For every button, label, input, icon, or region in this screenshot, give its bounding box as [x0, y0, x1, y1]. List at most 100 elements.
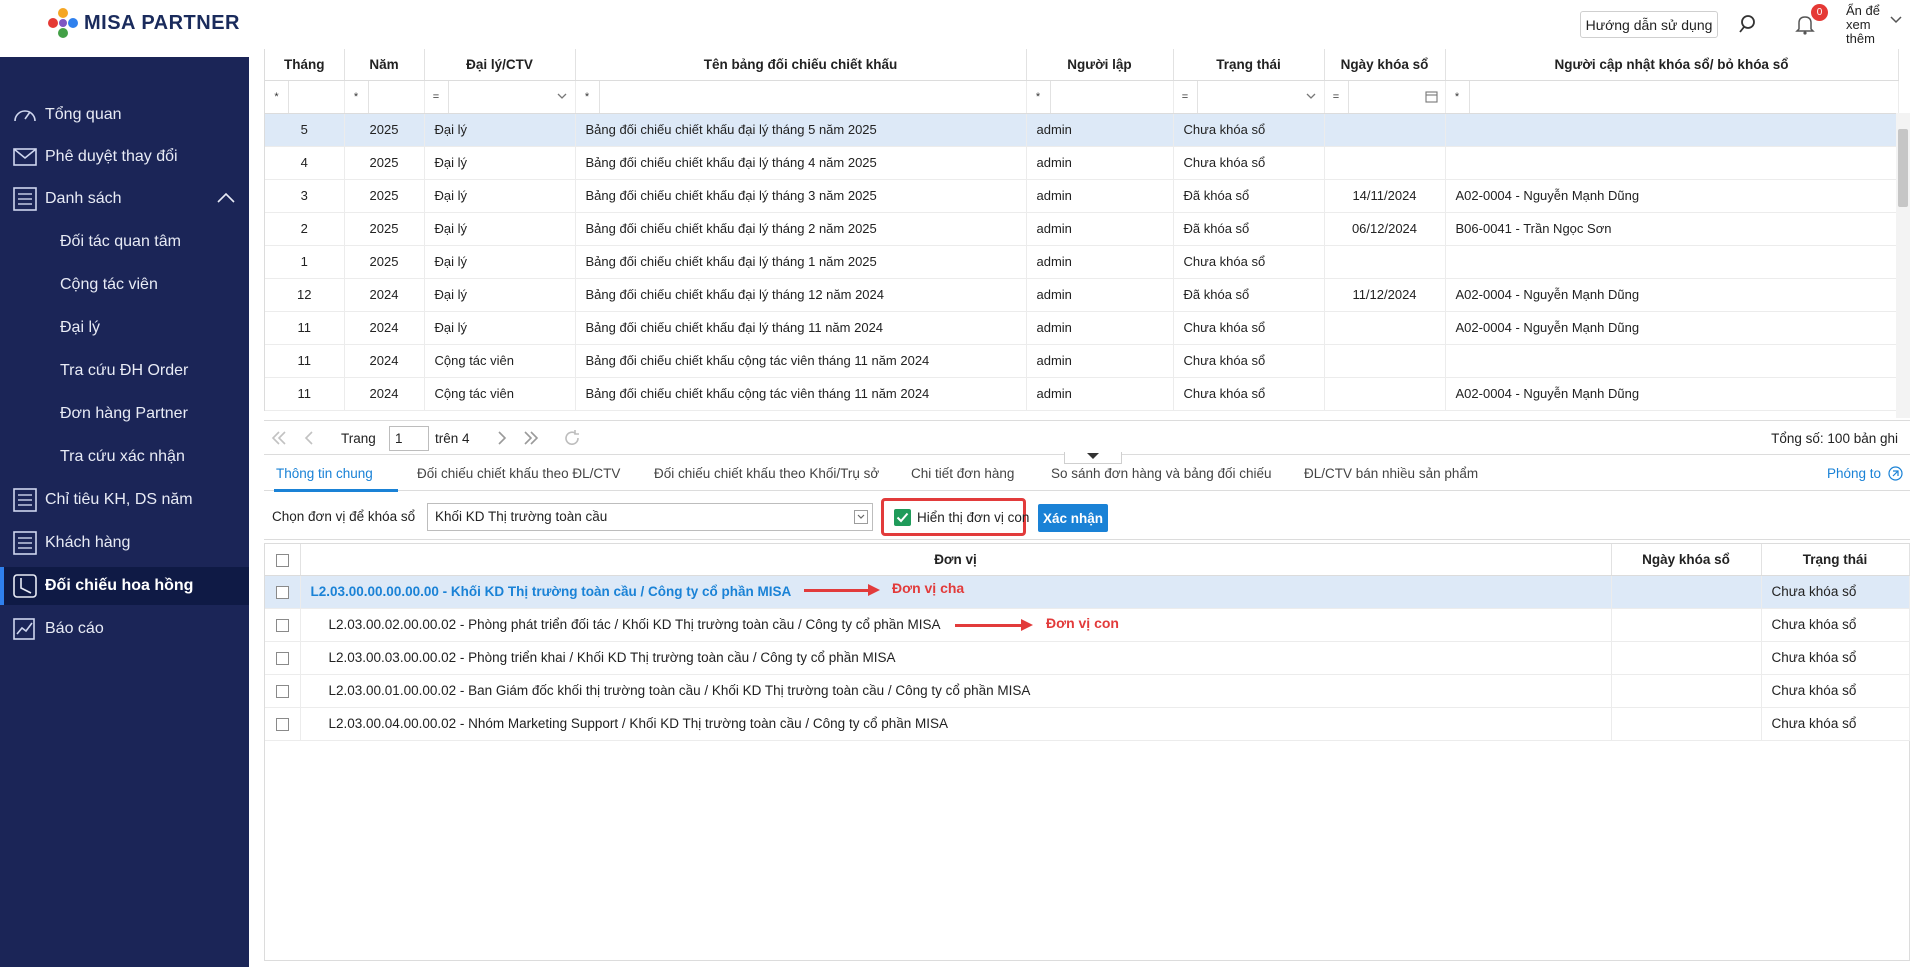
row-checkbox[interactable] [275, 651, 289, 665]
table-row[interactable]: L2.03.00.04.00.00.02 - Nhóm Marketing Su… [265, 707, 1910, 741]
show-child-units-checkbox[interactable] [894, 509, 911, 526]
column-header-agent-type[interactable]: Đại lý/CTV [424, 49, 576, 81]
sidebar-item-targets[interactable]: Chỉ tiêu KH, DS năm [0, 481, 249, 519]
tab-compare-orders[interactable]: So sánh đơn hàng và bảng đối chiếu [1051, 466, 1272, 481]
filter-operator[interactable]: = [1174, 80, 1198, 112]
cell-lock-date: 06/12/2024 [1324, 212, 1446, 246]
filter-operator[interactable]: * [576, 80, 600, 112]
sidebar-item-overview[interactable]: Tổng quan [0, 96, 249, 134]
search-icon[interactable] [1738, 13, 1760, 35]
filter-operator[interactable]: * [265, 80, 289, 112]
user-guide-button[interactable]: Hướng dẫn sử dụng [1580, 11, 1718, 38]
tab-multi-product-agents[interactable]: ĐL/CTV bán nhiều sản phẩm [1304, 466, 1478, 481]
row-checkbox[interactable] [275, 618, 289, 632]
cell-month: 2 [265, 212, 345, 246]
tab-reconcile-by-agent[interactable]: Đối chiếu chiết khấu theo ĐL/CTV [417, 466, 620, 481]
sidebar-item-reports[interactable]: Báo cáo [0, 610, 249, 648]
table-row[interactable]: 3 2025 Đại lý Bảng đối chiếu chiết khấu đại… [265, 179, 1899, 213]
chevron-up-icon[interactable] [217, 192, 235, 204]
sidebar-item-confirmation-lookup[interactable]: Tra cứu xác nhận [0, 438, 249, 476]
zoom-in-link[interactable]: Phóng to [1827, 466, 1903, 481]
tab-reconcile-by-division[interactable]: Đối chiếu chiết khấu theo Khối/Trụ sở [654, 466, 879, 481]
expand-icon [1888, 466, 1903, 481]
cell-lock-date [1324, 377, 1446, 411]
column-header-lock-date[interactable]: Ngày khóa sổ [1324, 49, 1446, 81]
table-row[interactable]: 12 2024 Đại lý Bảng đối chiếu chiết khấu đạ… [265, 278, 1899, 312]
user-menu-label[interactable]: Ẩn để xem thêm [1846, 4, 1882, 46]
scrollbar-thumb[interactable] [1898, 129, 1908, 207]
first-page-icon[interactable] [270, 429, 288, 447]
table-row[interactable]: 11 2024 Đại lý Bảng đối chiếu chiết khấu đạ… [265, 311, 1899, 345]
last-page-icon[interactable] [522, 429, 540, 447]
show-child-units-label[interactable]: Hiển thị đơn vị con [917, 510, 1029, 525]
column-header-unit[interactable]: Đơn vị [300, 544, 1612, 576]
filter-lock-date-input[interactable] [1349, 81, 1445, 113]
unit-select[interactable]: Khối KD Thị trường toàn cầu [427, 503, 873, 531]
calendar-icon[interactable] [1424, 90, 1438, 103]
grid-vertical-scrollbar[interactable] [1896, 113, 1910, 418]
sidebar-item-order-lookup[interactable]: Tra cứu ĐH Order [0, 352, 249, 390]
chevron-down-icon[interactable] [1890, 16, 1902, 24]
table-row[interactable]: 2 2025 Đại lý Bảng đối chiếu chiết khấu đại… [265, 212, 1899, 246]
row-select-cell [265, 674, 301, 708]
dashboard-icon [14, 110, 36, 122]
filter-status-select[interactable] [1198, 81, 1324, 113]
next-page-icon[interactable] [493, 429, 511, 447]
sidebar-item-customers[interactable]: Khách hàng [0, 524, 249, 562]
tab-order-details[interactable]: Chi tiết đơn hàng [911, 466, 1014, 481]
sidebar-item-commission-reconciliation[interactable]: Đối chiếu hoa hồng [0, 567, 249, 605]
cell-lock-updater: A02-0004 - Nguyễn Mạnh Dũng [1445, 179, 1899, 213]
filter-table-name-input[interactable] [600, 81, 1026, 113]
sidebar-item-partners-of-interest[interactable]: Đối tác quan tâm [0, 223, 249, 261]
filter-creator-input[interactable] [1051, 81, 1173, 113]
column-header-month[interactable]: Tháng [265, 49, 345, 81]
select-all-checkbox[interactable] [275, 553, 289, 567]
column-header-table-name[interactable]: Tên bảng đối chiếu chiết khấu [575, 49, 1027, 81]
filter-month-input[interactable] [289, 81, 343, 113]
table-row[interactable]: 1 2025 Đại lý Bảng đối chiếu chiết khấu đại… [265, 245, 1899, 279]
table-row[interactable]: 4 2025 Đại lý Bảng đối chiếu chiết khấu đại… [265, 146, 1899, 180]
row-checkbox[interactable] [275, 585, 289, 599]
table-row[interactable]: L2.03.00.03.00.00.02 - Phòng triển khai … [265, 641, 1910, 675]
column-header-lock-updater[interactable]: Người cập nhật khóa sổ/ bỏ khóa sổ [1445, 49, 1899, 81]
filter-operator[interactable]: * [1027, 80, 1051, 112]
row-checkbox[interactable] [275, 684, 289, 698]
filter-year-input[interactable] [369, 81, 424, 113]
column-header-status[interactable]: Trạng thái [1761, 544, 1910, 576]
dropdown-toggle[interactable] [854, 510, 868, 524]
cell-lock-date [1611, 674, 1762, 708]
table-row[interactable]: L2.03.00.01.00.00.02 - Ban Giám đốc khối… [265, 674, 1910, 708]
sidebar-item-label: Tra cứu ĐH Order [60, 362, 189, 379]
confirm-button[interactable]: Xác nhận [1038, 504, 1108, 532]
filter-operator[interactable]: * [1446, 80, 1470, 112]
table-row[interactable]: 11 2024 Cộng tác viên Bảng đối chiếu chiết … [265, 344, 1899, 378]
table-row[interactable]: L2.03.00.00.00.00.00 - Khối KD Thị trườn… [265, 575, 1910, 609]
refresh-icon[interactable] [563, 429, 581, 447]
sidebar-item-partner-orders[interactable]: Đơn hàng Partner [0, 395, 249, 433]
filter-operator[interactable]: * [345, 80, 369, 112]
unit-select-value: Khối KD Thị trường toàn cầu [435, 509, 608, 524]
app-logo[interactable]: MISA PARTNER [48, 8, 240, 38]
column-header-lock-date[interactable]: Ngày khóa sổ [1611, 544, 1762, 576]
tab-general-info[interactable]: Thông tin chung [276, 466, 373, 481]
filter-operator[interactable]: = [425, 80, 449, 112]
page-number-input[interactable]: 1 [389, 426, 429, 451]
row-checkbox[interactable] [275, 717, 289, 731]
sidebar-item-change-approval[interactable]: Phê duyệt thay đổi [0, 138, 249, 176]
sidebar-item-lists[interactable]: Danh sách [0, 180, 249, 218]
table-row[interactable]: 11 2024 Cộng tác viên Bảng đối chiếu chiết … [265, 377, 1899, 411]
sidebar-item-collaborators[interactable]: Cộng tác viên [0, 266, 249, 304]
filter-agent-type-select[interactable] [449, 81, 575, 113]
filter-lock-updater-input[interactable] [1470, 81, 1898, 113]
table-row[interactable]: 5 2025 Đại lý Bảng đối chiếu chiết khấu đại… [265, 113, 1899, 147]
sidebar-item-agents[interactable]: Đại lý [0, 309, 249, 347]
row-select-cell [265, 707, 301, 741]
filter-operator[interactable]: = [1325, 80, 1349, 112]
column-header-year[interactable]: Năm [344, 49, 425, 81]
prev-page-icon[interactable] [300, 429, 318, 447]
column-header-creator[interactable]: Người lập [1026, 49, 1174, 81]
page-label: Trang [341, 431, 376, 446]
cell-month: 12 [265, 278, 345, 312]
column-header-status[interactable]: Trạng thái [1173, 49, 1325, 81]
cell-year: 2024 [344, 311, 425, 345]
